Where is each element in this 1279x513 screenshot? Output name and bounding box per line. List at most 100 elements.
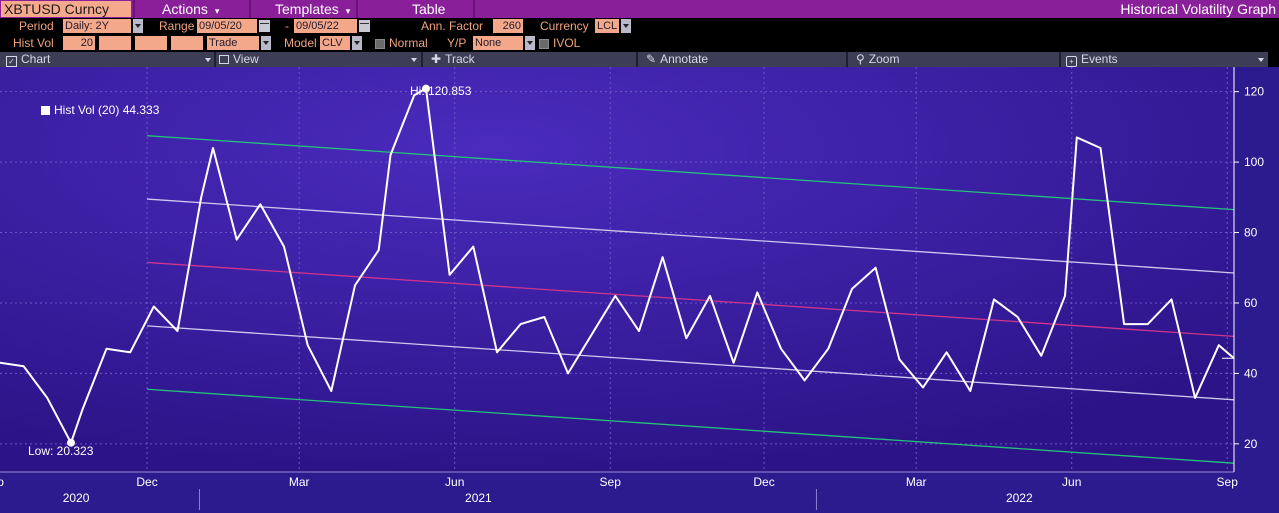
- model-dropdown-icon[interactable]: [352, 36, 362, 50]
- yp-label: Y/P: [447, 36, 467, 50]
- zoom-button-label: Zoom: [868, 52, 900, 66]
- hist-vol-field-4[interactable]: [171, 36, 203, 50]
- pencil-icon: ✎: [646, 52, 657, 66]
- events-menu[interactable]: + Events: [1066, 52, 1118, 67]
- caret-down-icon: ▾: [345, 6, 351, 16]
- toolbar-separator: [214, 52, 216, 67]
- templates-menu-label: Templates: [275, 1, 339, 17]
- toolbar-separator: [636, 52, 638, 67]
- menu-separator: [473, 0, 475, 18]
- chart-toolbar: ✓ Chart View ✚ Track ✎ Annotate ⚲ Zoom + Even…: [0, 52, 1268, 67]
- y-tick-label: 80: [1244, 226, 1258, 240]
- chart-menu-label: Chart: [21, 52, 51, 66]
- currency-dropdown-icon[interactable]: [621, 19, 631, 33]
- y-tick-label: 40: [1244, 366, 1258, 380]
- x-tick-label: Jun: [1062, 475, 1081, 489]
- ivol-label: IVOL: [553, 36, 581, 50]
- chart-checkbox-icon: ✓: [6, 56, 17, 67]
- low-label: Low: 20.323: [28, 444, 94, 458]
- caret-down-icon: [411, 58, 417, 62]
- x-tick-label: Sep: [0, 475, 4, 489]
- yp-field[interactable]: None: [473, 36, 523, 50]
- track-button-label: Track: [445, 52, 475, 66]
- ticker-field[interactable]: XBTUSD Curncy: [1, 1, 131, 17]
- y-tick-label: 60: [1244, 296, 1258, 310]
- toolbar-separator: [421, 52, 423, 67]
- x-tick-label: Mar: [906, 475, 927, 489]
- caret-down-icon: [1258, 58, 1264, 62]
- grid-icon: [219, 55, 229, 64]
- ann-factor-label: Ann. Factor: [421, 19, 484, 33]
- hist-vol-field-2[interactable]: [99, 36, 131, 50]
- x-tick-label: Sep: [600, 475, 622, 489]
- toolbar-separator: [846, 52, 848, 67]
- period-label: Period: [19, 19, 54, 33]
- menu-separator: [133, 0, 135, 18]
- price-type-field[interactable]: Trade: [207, 36, 259, 50]
- normal-label: Normal: [389, 36, 428, 50]
- annotate-button[interactable]: ✎ Annotate: [646, 52, 708, 67]
- model-field[interactable]: CLV: [320, 36, 350, 50]
- period-dropdown-icon[interactable]: [133, 19, 143, 33]
- app-title: Historical Volatility Graph: [1120, 1, 1276, 17]
- yp-dropdown-icon[interactable]: [525, 36, 535, 50]
- currency-label: Currency: [540, 19, 589, 33]
- historical-volatility-window: XBTUSD Curncy Actions ▾ Templates ▾ Tabl…: [0, 0, 1279, 513]
- y-tick-label: 120: [1244, 85, 1264, 99]
- legend: Hist Vol (20) 44.333: [41, 103, 159, 117]
- params-row-2: Hist Vol 20 Trade Model CLV Normal Y/P N…: [0, 35, 1279, 52]
- events-menu-label: Events: [1081, 52, 1118, 66]
- range-start-field[interactable]: 09/05/20: [197, 19, 257, 33]
- plot-area: [0, 67, 1234, 472]
- ivol-checkbox[interactable]: [539, 39, 549, 49]
- ann-factor-field[interactable]: 260: [493, 19, 523, 33]
- chart-menu[interactable]: ✓ Chart: [6, 52, 50, 67]
- range-separator: -: [285, 19, 289, 33]
- year-label: 2022: [1006, 491, 1033, 505]
- caret-down-icon: [205, 58, 211, 62]
- x-tick-label: Sep: [1217, 475, 1239, 489]
- crosshair-icon: ✚: [431, 52, 442, 66]
- x-tick-label: Dec: [753, 475, 774, 489]
- currency-field[interactable]: LCL: [595, 19, 619, 33]
- chart-svg: 20 40 60 80 100 120 Sep Dec Mar Jun Sep Dec Mar Jun Se…: [0, 67, 1279, 513]
- magnifier-icon: ⚲: [856, 52, 865, 66]
- legend-label: Hist Vol (20) 44.333: [54, 103, 160, 117]
- annotate-button-label: Annotate: [660, 52, 709, 66]
- actions-menu-label: Actions: [162, 1, 208, 17]
- view-menu-label: View: [233, 52, 259, 66]
- price-type-dropdown-icon[interactable]: [261, 36, 271, 50]
- period-field[interactable]: Daily: 2Y: [63, 19, 131, 33]
- templates-menu[interactable]: Templates ▾: [275, 0, 350, 18]
- track-button[interactable]: ✚ Track: [431, 52, 475, 67]
- actions-menu[interactable]: Actions ▾: [162, 0, 219, 18]
- toolbar-separator: [1059, 52, 1061, 67]
- range-end-field[interactable]: 09/05/22: [294, 19, 357, 33]
- hist-vol-field-3[interactable]: [135, 36, 167, 50]
- view-menu[interactable]: View: [219, 52, 259, 67]
- hist-vol-label: Hist Vol: [13, 36, 54, 50]
- calendar-icon[interactable]: [259, 20, 270, 32]
- x-tick-label: Mar: [289, 475, 310, 489]
- calendar-icon[interactable]: [359, 20, 370, 32]
- year-label: 2020: [63, 491, 90, 505]
- hi-label: Hi: 120.853: [410, 84, 472, 98]
- params-row-1: Period Daily: 2Y Range 09/05/20 - 09/05/…: [0, 18, 1279, 35]
- x-tick-label: Jun: [445, 475, 464, 489]
- y-tick-label: 20: [1244, 437, 1258, 451]
- table-menu[interactable]: Table: [412, 0, 445, 18]
- range-label: Range: [159, 19, 195, 33]
- menu-separator: [249, 0, 251, 18]
- model-label: Model: [284, 36, 317, 50]
- menu-bar: XBTUSD Curncy Actions ▾ Templates ▾ Tabl…: [0, 0, 1279, 18]
- menu-separator: [356, 0, 358, 18]
- events-icon: +: [1066, 56, 1077, 67]
- zoom-button[interactable]: ⚲ Zoom: [856, 52, 899, 67]
- hist-vol-field[interactable]: 20: [63, 36, 95, 50]
- caret-down-icon: ▾: [214, 6, 220, 16]
- volatility-chart[interactable]: 20 40 60 80 100 120 Sep Dec Mar Jun Sep Dec Mar Jun Se…: [0, 67, 1279, 513]
- normal-checkbox[interactable]: [375, 39, 385, 49]
- y-tick-label: 100: [1244, 155, 1264, 169]
- x-tick-label: Dec: [136, 475, 157, 489]
- year-label: 2021: [465, 491, 492, 505]
